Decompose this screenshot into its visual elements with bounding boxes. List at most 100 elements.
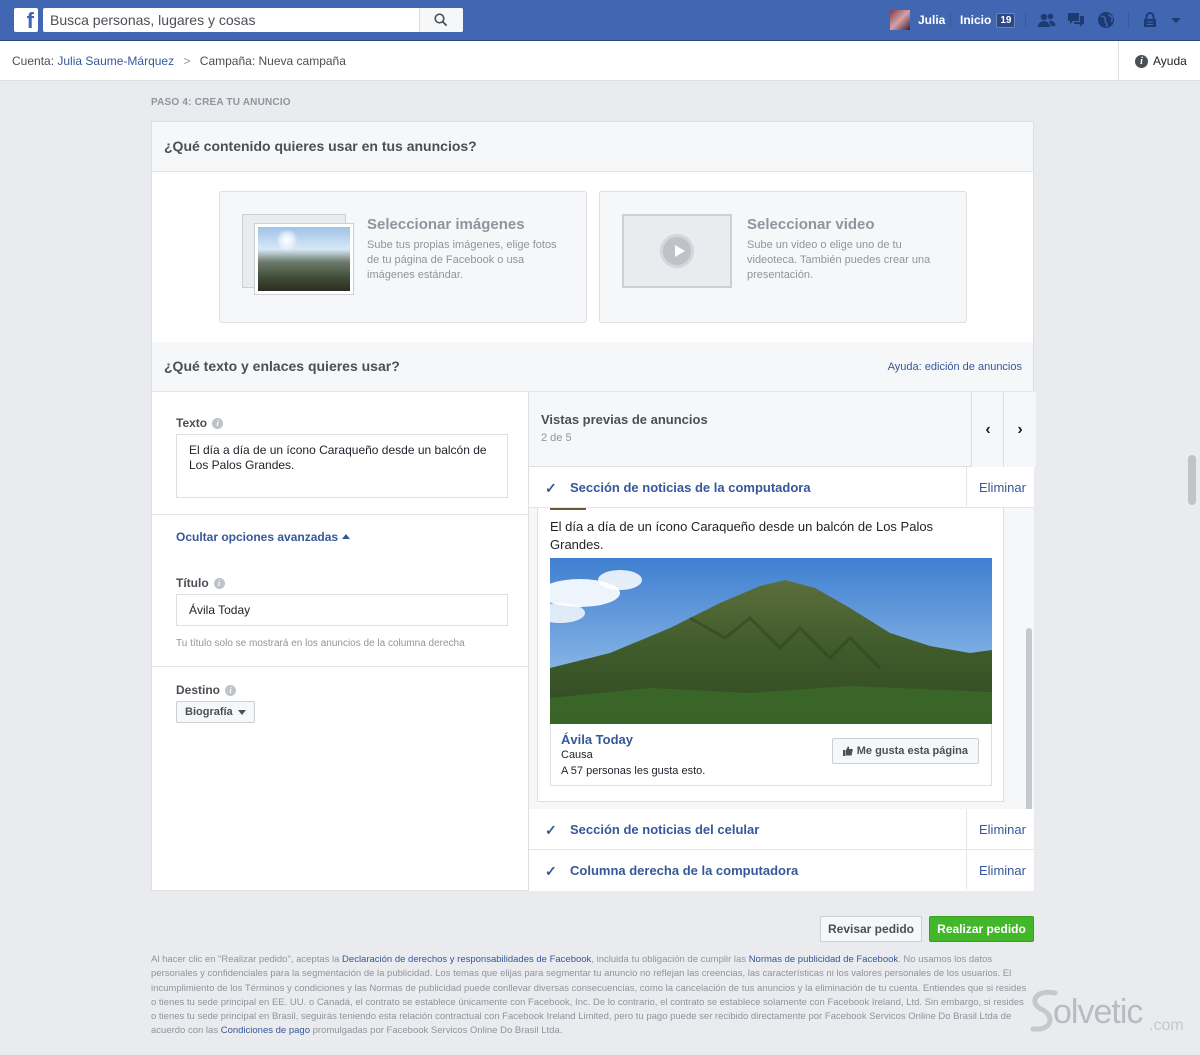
watermark-suffix: .com <box>1149 1017 1184 1034</box>
ad-text-form: Texto i El día a día de un ícono Caraque… <box>152 392 528 891</box>
search-box <box>43 8 463 32</box>
profile-name: Julia <box>918 13 946 27</box>
chevron-left-icon: ‹ <box>985 420 991 438</box>
watermark-text: olvetic <box>1053 993 1143 1031</box>
breadcrumb: Cuenta: Julia Saume-Márquez > Campaña: N… <box>12 54 346 68</box>
ad-preview-image[interactable] <box>550 558 992 724</box>
page-category: Causa <box>561 749 593 761</box>
placement-row-mobile-news-feed[interactable]: ✓ Sección de noticias del celular Elimin… <box>529 809 1034 850</box>
content-section-heading: ¿Qué contenido quieres usar en tus anunc… <box>164 138 477 154</box>
checkmark-icon: ✓ <box>545 863 557 879</box>
search-button[interactable] <box>419 8 463 32</box>
checkmark-icon: ✓ <box>545 822 557 838</box>
next-preview-button[interactable]: › <box>1003 392 1036 467</box>
account-label: Cuenta: <box>12 54 55 68</box>
destination-field-label: Destino i <box>176 683 237 697</box>
search-input[interactable] <box>43 8 413 32</box>
ad-text-input[interactable]: El día a día de un ícono Caraqueño desde… <box>176 434 508 498</box>
ad-preview-card: El día a día de un ícono Caraqueño desde… <box>537 508 1004 802</box>
placement-row-desktop-news-feed[interactable]: ✓ Sección de noticias de la computadora … <box>529 467 1034 508</box>
help-button[interactable]: i Ayuda <box>1118 41 1200 81</box>
terms-link[interactable]: Declaración de derechos y responsabilida… <box>342 954 591 965</box>
select-images-card[interactable]: Seleccionar imágenes Sube tus propias im… <box>219 191 587 323</box>
ad-preview-footer: Ávila Today Causa A 57 personas les gust… <box>550 724 992 786</box>
facebook-logo-icon[interactable]: f <box>14 8 38 32</box>
previews-header: Vistas previas de anuncios 2 de 5 ‹ › <box>529 392 1036 467</box>
placement-row-desktop-right-column[interactable]: ✓ Columna derecha de la computadora Elim… <box>529 850 1034 891</box>
title-field-label: Título i <box>176 576 225 590</box>
chevron-down-icon <box>237 709 246 715</box>
place-order-button[interactable]: Realizar pedido <box>929 916 1034 942</box>
payment-terms-link[interactable]: Condiciones de pago <box>221 1025 310 1036</box>
select-images-description: Sube tus propias imágenes, elige fotos d… <box>367 239 557 281</box>
legal-disclaimer: Al hacer clic en "Realizar pedido", acep… <box>151 954 1027 1037</box>
top-navigation-bar: f Julia Inicio 19 <box>0 0 1200 41</box>
create-ad-panel: ¿Qué contenido quieres usar en tus anunc… <box>151 121 1036 891</box>
select-video-card[interactable]: Seleccionar video Sube un video o elige … <box>599 191 967 323</box>
campaign-label: Campaña: <box>199 54 256 68</box>
page-scrollbar[interactable] <box>1188 455 1196 505</box>
page-name-link[interactable]: Ávila Today <box>561 732 633 747</box>
home-link[interactable]: Inicio 19 <box>960 9 1016 31</box>
info-icon[interactable]: i <box>213 577 225 589</box>
profile-link[interactable]: Julia <box>890 9 945 31</box>
preview-scrollbar[interactable] <box>1026 628 1032 809</box>
select-video-description: Sube un video o elige uno de tu videotec… <box>747 239 931 281</box>
previous-preview-button[interactable]: ‹ <box>971 392 1004 467</box>
account-link[interactable]: Julia Saume-Márquez <box>57 54 174 68</box>
step-label: PASO 4: CREA TU ANUNCIO <box>151 97 291 108</box>
thumbs-up-icon <box>842 746 853 756</box>
image-stack-icon <box>254 223 354 295</box>
content-section-header: ¿Qué contenido quieres usar en tus anunc… <box>152 122 1033 172</box>
messages-icon[interactable] <box>1066 10 1086 30</box>
caret-up-icon <box>342 534 351 539</box>
topbar-divider <box>1025 12 1026 28</box>
notifications-globe-icon[interactable] <box>1096 10 1116 30</box>
ad-preview-area: El día a día de un ícono Caraqueño desde… <box>529 508 1034 810</box>
search-icon <box>434 13 448 27</box>
advertising-policies-link[interactable]: Normas de publicidad de Facebook <box>749 954 898 965</box>
ad-previews-panel: Vistas previas de anuncios 2 de 5 ‹ › ✓ … <box>528 392 1036 891</box>
play-icon <box>660 234 694 268</box>
home-count-badge: 19 <box>996 12 1016 28</box>
topbar-divider <box>1128 12 1129 28</box>
divider <box>152 514 528 515</box>
ad-editing-help-link[interactable]: Ayuda: edición de anuncios <box>888 361 1022 373</box>
title-hint: Tu título solo se mostrará en los anunci… <box>176 638 465 649</box>
ad-title-input[interactable] <box>176 594 508 626</box>
page-likes-count: A 57 personas les gusta esto. <box>561 765 706 777</box>
like-page-button[interactable]: Me gusta esta página <box>831 738 979 764</box>
info-icon[interactable]: i <box>225 684 237 696</box>
page-avatar <box>550 508 586 510</box>
friend-requests-icon[interactable] <box>1037 10 1057 30</box>
avatar <box>890 10 910 30</box>
remove-placement-button[interactable]: Eliminar <box>966 850 1034 890</box>
chevron-right-icon: › <box>1017 420 1023 438</box>
previews-title: Vistas previas de anuncios <box>541 412 708 427</box>
breadcrumb-bar: Cuenta: Julia Saume-Márquez > Campaña: N… <box>0 41 1200 81</box>
placement-label: Sección de noticias de la computadora <box>570 480 811 495</box>
select-images-title: Seleccionar imágenes <box>367 216 525 233</box>
sample-mountain-photo <box>258 227 350 291</box>
destination-select[interactable]: Biografía <box>176 701 255 723</box>
placement-label: Sección de noticias del celular <box>570 822 760 837</box>
text-section-header: ¿Qué texto y enlaces quieres usar? Ayuda… <box>152 342 1033 392</box>
solvetic-watermark: olvetic .com <box>1025 985 1195 1045</box>
checkmark-icon: ✓ <box>545 480 557 496</box>
help-info-icon: i <box>1135 54 1148 68</box>
account-menu-arrow-icon[interactable] <box>1166 10 1186 30</box>
ad-preview-text: El día a día de un ícono Caraqueño desde… <box>550 519 934 552</box>
campaign-name: Nueva campaña <box>258 54 346 68</box>
review-order-button[interactable]: Revisar pedido <box>820 916 922 942</box>
info-icon[interactable]: i <box>212 417 224 429</box>
privacy-lock-icon[interactable] <box>1140 10 1160 30</box>
help-label: Ayuda <box>1153 54 1187 68</box>
placement-label: Columna derecha de la computadora <box>570 863 799 878</box>
remove-placement-button[interactable]: Eliminar <box>966 809 1034 849</box>
video-frame-icon <box>622 214 732 288</box>
hide-advanced-options-link[interactable]: Ocultar opciones avanzadas <box>176 530 351 544</box>
select-video-title: Seleccionar video <box>747 216 875 233</box>
remove-placement-button[interactable]: Eliminar <box>966 467 1034 507</box>
home-label: Inicio <box>960 13 992 27</box>
divider <box>152 666 528 667</box>
